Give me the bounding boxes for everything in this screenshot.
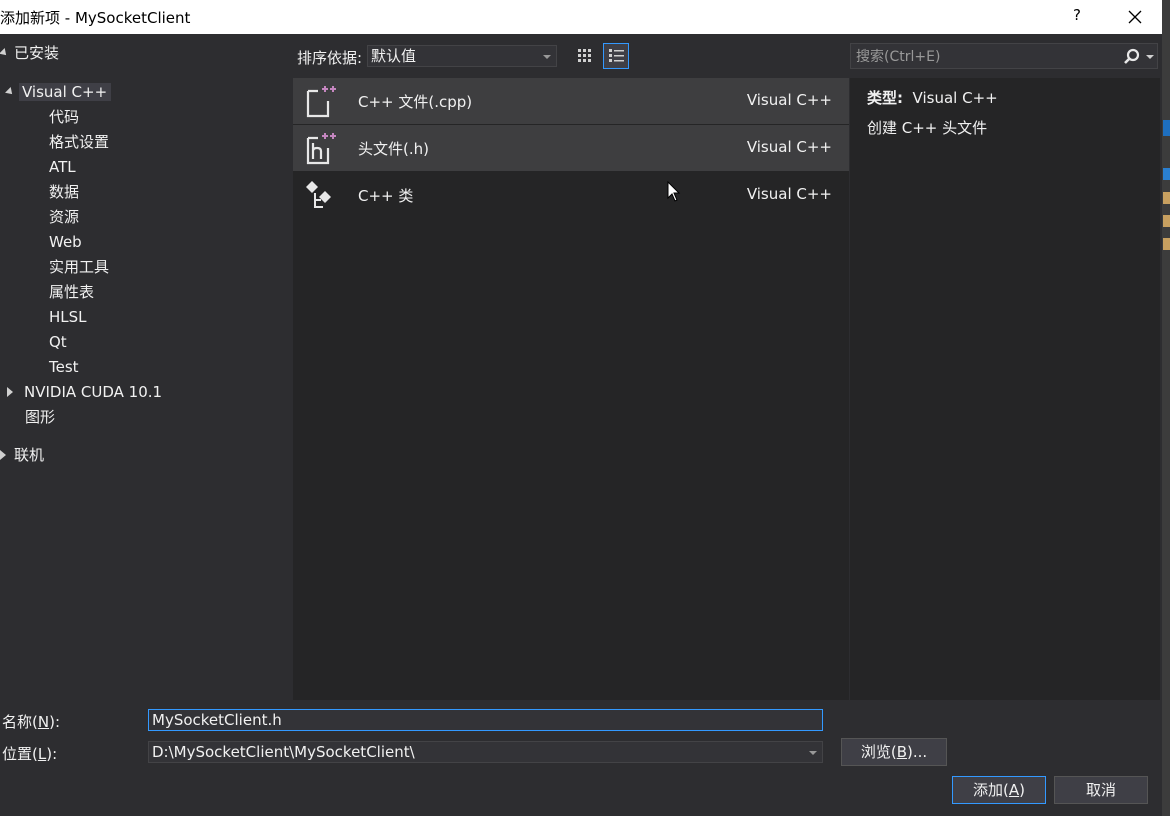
- grid-view-icon: [578, 49, 591, 62]
- expanded-arrow-icon: [5, 87, 15, 97]
- name-label: 名称(N):: [2, 713, 60, 731]
- tree-node-nvidia-cuda[interactable]: NVIDIA CUDA 10.1: [7, 380, 162, 404]
- template-language: Visual C++: [746, 138, 832, 156]
- sort-label: 排序依据:: [297, 49, 363, 67]
- list-view-icon: [609, 49, 624, 62]
- title-bar: 添加新项 - MySocketClient ?: [0, 0, 1162, 34]
- location-label: 位置(L):: [2, 745, 58, 763]
- tree-node-resource[interactable]: 资源: [49, 205, 79, 229]
- search-box[interactable]: [850, 43, 1158, 69]
- template-category-tree: 已安装 Visual C++ 代码 格式设置 ATL 数据 资源 Web 实用工…: [0, 40, 292, 700]
- tree-node-formatting[interactable]: 格式设置: [49, 130, 109, 154]
- tree-node-online[interactable]: 联机: [0, 443, 44, 467]
- tree-node-property-sheets[interactable]: 属性表: [49, 280, 94, 304]
- mouse-cursor-icon: [667, 181, 681, 202]
- tree-node-web[interactable]: Web: [49, 230, 82, 254]
- chevron-down-icon: [543, 55, 551, 59]
- template-item-cpp-class[interactable]: C++ 类 Visual C++: [293, 172, 849, 218]
- template-details-panel: 类型: Visual C++ 创建 C++ 头文件: [850, 78, 1160, 700]
- search-input[interactable]: [854, 46, 1118, 68]
- close-button[interactable]: [1108, 0, 1162, 34]
- cancel-button[interactable]: 取消: [1054, 776, 1148, 804]
- tree-node-code[interactable]: 代码: [49, 105, 79, 129]
- template-item-cpp-file[interactable]: C++ 文件(.cpp) Visual C++: [293, 78, 849, 124]
- template-description: 创建 C++ 头文件: [867, 119, 988, 137]
- sort-dropdown[interactable]: 默认值: [367, 45, 557, 67]
- tree-node-utility[interactable]: 实用工具: [49, 255, 109, 279]
- tree-node-visual-cpp-label: Visual C++: [19, 83, 112, 101]
- template-list: C++ 文件(.cpp) Visual C++ 头文件(.h) Visual C…: [293, 78, 849, 700]
- window-title: 添加新项 - MySocketClient: [0, 9, 191, 27]
- add-button[interactable]: 添加(A): [952, 776, 1046, 804]
- list-view-button[interactable]: [603, 43, 629, 69]
- add-item-form: 名称(N): 位置(L): D:\MySocketClient\MySocket…: [0, 700, 1162, 816]
- collapsed-arrow-icon: [0, 450, 6, 460]
- tree-node-installed[interactable]: 已安装: [0, 41, 59, 65]
- expanded-arrow-icon: [0, 48, 9, 58]
- browse-button[interactable]: 浏览(B)...: [841, 738, 947, 766]
- chevron-down-icon[interactable]: [1146, 55, 1154, 59]
- template-name: C++ 文件(.cpp): [358, 93, 473, 111]
- collapsed-arrow-icon: [7, 387, 13, 397]
- tree-node-qt[interactable]: Qt: [49, 330, 67, 354]
- template-language: Visual C++: [746, 185, 832, 203]
- tree-node-graphics[interactable]: 图形: [25, 405, 55, 429]
- small-icons-view-button[interactable]: [572, 43, 598, 69]
- tree-node-visual-cpp[interactable]: Visual C++: [5, 80, 112, 104]
- sort-dropdown-value: 默认值: [371, 47, 417, 65]
- name-field[interactable]: [148, 709, 823, 731]
- template-item-header-file[interactable]: 头文件(.h) Visual C++: [293, 125, 849, 171]
- search-icon[interactable]: [1123, 48, 1141, 66]
- header-file-icon: [306, 133, 336, 165]
- tree-node-atl[interactable]: ATL: [49, 155, 76, 179]
- tree-node-data[interactable]: 数据: [49, 180, 79, 204]
- template-toolbar: 排序依据: 默认值: [292, 40, 850, 72]
- tree-node-test[interactable]: Test: [49, 355, 79, 379]
- help-button[interactable]: ?: [1069, 6, 1085, 24]
- background-window-strip: [1162, 0, 1170, 816]
- chevron-down-icon[interactable]: [809, 751, 817, 755]
- cpp-class-icon: [306, 181, 331, 208]
- template-type: 类型: Visual C++: [867, 87, 998, 108]
- tree-node-hlsl[interactable]: HLSL: [49, 305, 87, 329]
- template-type-label: 类型:: [867, 89, 903, 107]
- location-value: D:\MySocketClient\MySocketClient\: [152, 743, 415, 761]
- location-combobox[interactable]: D:\MySocketClient\MySocketClient\: [148, 741, 823, 763]
- cpp-file-icon: [306, 86, 336, 118]
- template-name: C++ 类: [358, 187, 414, 205]
- template-name: 头文件(.h): [358, 140, 429, 158]
- close-icon: [1128, 10, 1142, 24]
- template-language: Visual C++: [746, 91, 832, 109]
- template-type-value: Visual C++: [912, 89, 998, 107]
